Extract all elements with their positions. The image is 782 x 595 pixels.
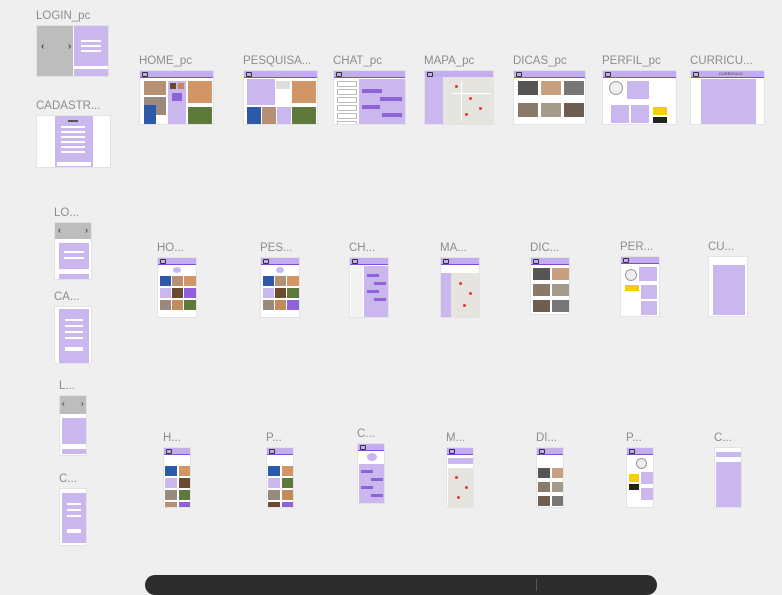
frame-label[interactable]: PES... [260, 242, 293, 254]
frame-label[interactable]: PESQUISA... [243, 55, 311, 67]
frame-label[interactable]: C... [714, 432, 732, 444]
frame-dicas-tablet[interactable]: DIC... [530, 242, 570, 315]
frame-pesquisa-mobile[interactable]: P... [266, 432, 294, 508]
frame-thumbnail [59, 488, 87, 546]
frame-label[interactable]: DICAS_pc [513, 55, 567, 67]
frame-thumbnail [157, 257, 197, 318]
frame-thumbnail [446, 447, 474, 508]
frame-home-mobile[interactable]: H... [163, 432, 191, 508]
frame-dicas-pc[interactable]: DICAS_pc [513, 55, 586, 125]
frame-thumbnail [513, 70, 586, 125]
bottom-toolbar[interactable] [145, 575, 657, 595]
frame-label[interactable]: CA... [54, 291, 80, 303]
frame-label[interactable]: H... [163, 432, 181, 444]
frame-label[interactable]: CU... [708, 241, 734, 253]
frame-label[interactable]: C... [59, 473, 77, 485]
frame-label[interactable]: PERFIL_pc [602, 55, 661, 67]
frame-label[interactable]: CURRICU... [690, 55, 753, 67]
frame-thumbnail [714, 447, 742, 508]
frame-thumbnail: CURRICULO [690, 70, 765, 125]
frame-cadastro-mobile[interactable]: C... [59, 473, 87, 546]
frame-thumbnail [602, 70, 677, 125]
frame-chat-pc[interactable]: CHAT_pc [333, 55, 406, 125]
frame-mapa-mobile[interactable]: M... [446, 432, 474, 508]
frame-thumbnail [424, 70, 494, 125]
frame-thumbnail [620, 256, 660, 317]
frame-label[interactable]: DI... [536, 432, 557, 444]
frame-thumbnail [266, 447, 294, 508]
frame-label[interactable]: LOGIN_pc [36, 10, 90, 22]
chevron-right-icon: › [85, 225, 88, 235]
curriculo-header: CURRICULO [719, 71, 743, 76]
frame-cadastro-tablet[interactable]: CA... [54, 291, 92, 364]
frame-chat-mobile[interactable]: C... [357, 428, 385, 504]
frame-thumbnail [440, 257, 480, 318]
frame-curriculo-mobile[interactable]: C... [714, 432, 742, 508]
frame-label[interactable]: CHAT_pc [333, 55, 382, 67]
frame-login-tablet[interactable]: LO... ‹ › [54, 207, 92, 280]
frame-login-mobile[interactable]: L... ‹ › [59, 380, 87, 456]
chevron-left-icon: ‹ [58, 225, 61, 235]
frame-mapa-tablet[interactable]: MA... [440, 242, 480, 318]
frame-label[interactable]: MAPA_pc [424, 55, 474, 67]
frame-thumbnail [163, 447, 191, 508]
frame-thumbnail [626, 447, 654, 508]
frame-label[interactable]: HO... [157, 242, 184, 254]
frame-label[interactable]: CADASTR... [36, 100, 101, 112]
frame-label[interactable]: L... [59, 380, 75, 392]
frame-label[interactable]: P... [266, 432, 282, 444]
frame-label[interactable]: CH... [349, 242, 375, 254]
frame-pesquisa-pc[interactable]: PESQUISA... [243, 55, 318, 125]
chevron-right-icon: › [81, 399, 84, 408]
frame-thumbnail [36, 115, 111, 168]
frame-cadastro-pc[interactable]: CADASTR... [36, 100, 111, 168]
frame-thumbnail [536, 447, 564, 508]
frame-dicas-mobile[interactable]: DI... [536, 432, 564, 508]
frame-label[interactable]: DIC... [530, 242, 559, 254]
frame-label[interactable]: C... [357, 428, 375, 440]
frame-thumbnail: ‹ › [36, 25, 109, 77]
frame-perfil-mobile[interactable]: P... [626, 432, 654, 508]
frame-thumbnail [708, 256, 748, 317]
frame-thumbnail: ‹ › [54, 222, 92, 280]
frame-login-pc[interactable]: LOGIN_pc ‹ › [36, 10, 109, 77]
frame-thumbnail [139, 70, 214, 125]
frame-thumbnail [349, 257, 389, 318]
frame-label[interactable]: LO... [54, 207, 79, 219]
chevron-left-icon: ‹ [41, 41, 45, 52]
frame-thumbnail [260, 257, 300, 318]
frame-mapa-pc[interactable]: MAPA_pc [424, 55, 494, 125]
frame-home-pc[interactable]: HOME_pc [139, 55, 214, 125]
frame-curriculo-tablet[interactable]: CU... [708, 241, 748, 317]
frame-thumbnail [530, 257, 570, 315]
frame-thumbnail: ‹ › [59, 395, 87, 456]
frame-pesquisa-tablet[interactable]: PES... [260, 242, 300, 318]
chevron-right-icon: › [68, 41, 72, 52]
chevron-left-icon: ‹ [62, 399, 65, 408]
frame-thumbnail [54, 306, 92, 364]
frame-chat-tablet[interactable]: CH... [349, 242, 389, 318]
frame-label[interactable]: M... [446, 432, 465, 444]
frame-curriculo-pc[interactable]: CURRICU... CURRICULO [690, 55, 765, 125]
frame-perfil-tablet[interactable]: PER... [620, 241, 660, 317]
frame-label[interactable]: MA... [440, 242, 467, 254]
toolbar-divider [536, 579, 537, 591]
frame-thumbnail [357, 443, 385, 504]
frame-home-tablet[interactable]: HO... [157, 242, 197, 318]
frame-thumbnail [243, 70, 318, 125]
design-canvas[interactable]: LOGIN_pc ‹ › CADASTR... HOME_pc PESQUISA… [0, 0, 782, 595]
frame-thumbnail [333, 70, 406, 125]
frame-perfil-pc[interactable]: PERFIL_pc [602, 55, 677, 125]
frame-label[interactable]: HOME_pc [139, 55, 192, 67]
frame-label[interactable]: P... [626, 432, 642, 444]
frame-label[interactable]: PER... [620, 241, 653, 253]
